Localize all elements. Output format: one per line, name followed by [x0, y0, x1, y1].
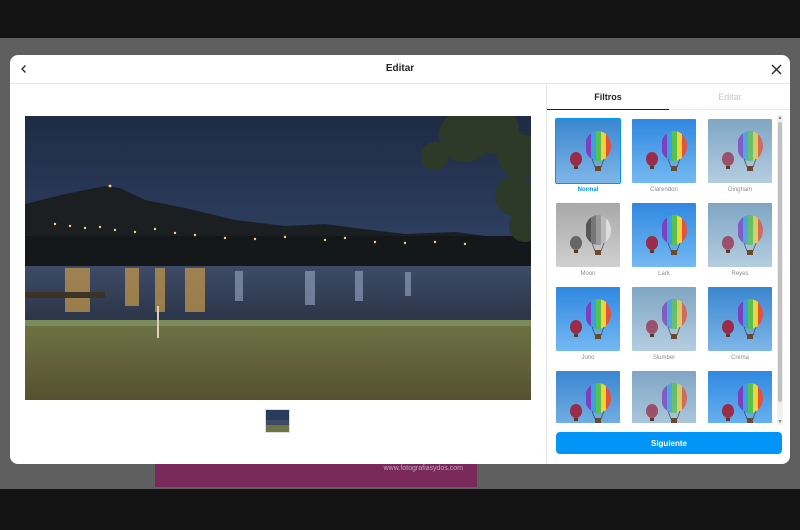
- filters-panel: Filtros Editar Normal Clarendon Gingham …: [546, 84, 790, 464]
- filter-item[interactable]: [555, 370, 621, 423]
- filter-preview-image: [631, 370, 697, 423]
- night-lake-photo: [25, 116, 531, 400]
- filter-lark[interactable]: Lark: [631, 202, 697, 277]
- filter-clarendon[interactable]: Clarendon: [631, 118, 697, 193]
- filter-preview-image: [707, 286, 773, 352]
- scroll-thumb[interactable]: [778, 122, 782, 402]
- dialog-header: Editar: [10, 55, 790, 84]
- background-card-text: www.fotografiasydos.com: [383, 465, 463, 472]
- image-preview-area: [10, 84, 545, 464]
- tab-editar[interactable]: Editar: [669, 84, 790, 110]
- filter-normal[interactable]: Normal: [555, 118, 621, 193]
- filter-preview-image: [707, 118, 773, 184]
- bottom-letterbox: [0, 489, 800, 530]
- filter-item[interactable]: [631, 370, 697, 423]
- filter-label: Slumber: [652, 355, 676, 361]
- panel-tabs: Filtros Editar: [547, 84, 790, 110]
- filter-moon[interactable]: Moon: [555, 202, 621, 277]
- filter-item[interactable]: [707, 370, 773, 423]
- photo-preview: [25, 116, 531, 400]
- filter-label: Crema: [730, 355, 749, 361]
- siguiente-button[interactable]: Siguiente: [556, 432, 782, 454]
- background-post-card: www.fotografiasydos.com: [155, 460, 477, 487]
- filter-grid: Normal Clarendon Gingham Moon Lark Reyes…: [547, 110, 790, 423]
- filter-label: Juno: [581, 355, 595, 361]
- close-icon: [771, 64, 781, 74]
- dialog-title: Editar: [385, 63, 415, 74]
- filter-label: Lark: [658, 271, 670, 277]
- image-thumbnail[interactable]: [265, 409, 290, 433]
- filter-reyes[interactable]: Reyes: [707, 202, 773, 277]
- scroll-up-arrow-icon[interactable]: ▲: [777, 115, 783, 121]
- top-letterbox: [0, 0, 800, 38]
- filter-label: Gingham: [727, 187, 753, 193]
- filter-crema[interactable]: Crema: [707, 286, 773, 361]
- tab-filtros[interactable]: Filtros: [547, 84, 669, 110]
- filter-preview-image: [555, 370, 621, 423]
- filter-preview-image: [631, 202, 697, 268]
- filter-label: Clarendon: [650, 187, 678, 193]
- filter-gingham[interactable]: Gingham: [707, 118, 773, 193]
- filter-preview-image: [631, 286, 697, 352]
- filter-preview-image: [555, 202, 621, 268]
- filter-preview-image: [555, 118, 621, 184]
- filter-preview-image: [707, 370, 773, 423]
- edit-dialog: Editar Filtros Editar Normal Clarendon G…: [10, 55, 790, 464]
- filter-label: Normal: [577, 187, 599, 193]
- filter-label: Moon: [580, 271, 596, 277]
- filter-preview-image: [555, 286, 621, 352]
- close-button[interactable]: [768, 61, 784, 77]
- scroll-down-arrow-icon[interactable]: ▼: [777, 419, 783, 425]
- filter-juno[interactable]: Juno: [555, 286, 621, 361]
- filter-preview-image: [707, 202, 773, 268]
- filter-preview-image: [631, 118, 697, 184]
- filter-label: Reyes: [731, 271, 749, 277]
- filter-slumber[interactable]: Slumber: [631, 286, 697, 361]
- filters-scrollbar[interactable]: ▲ ▼: [777, 115, 783, 425]
